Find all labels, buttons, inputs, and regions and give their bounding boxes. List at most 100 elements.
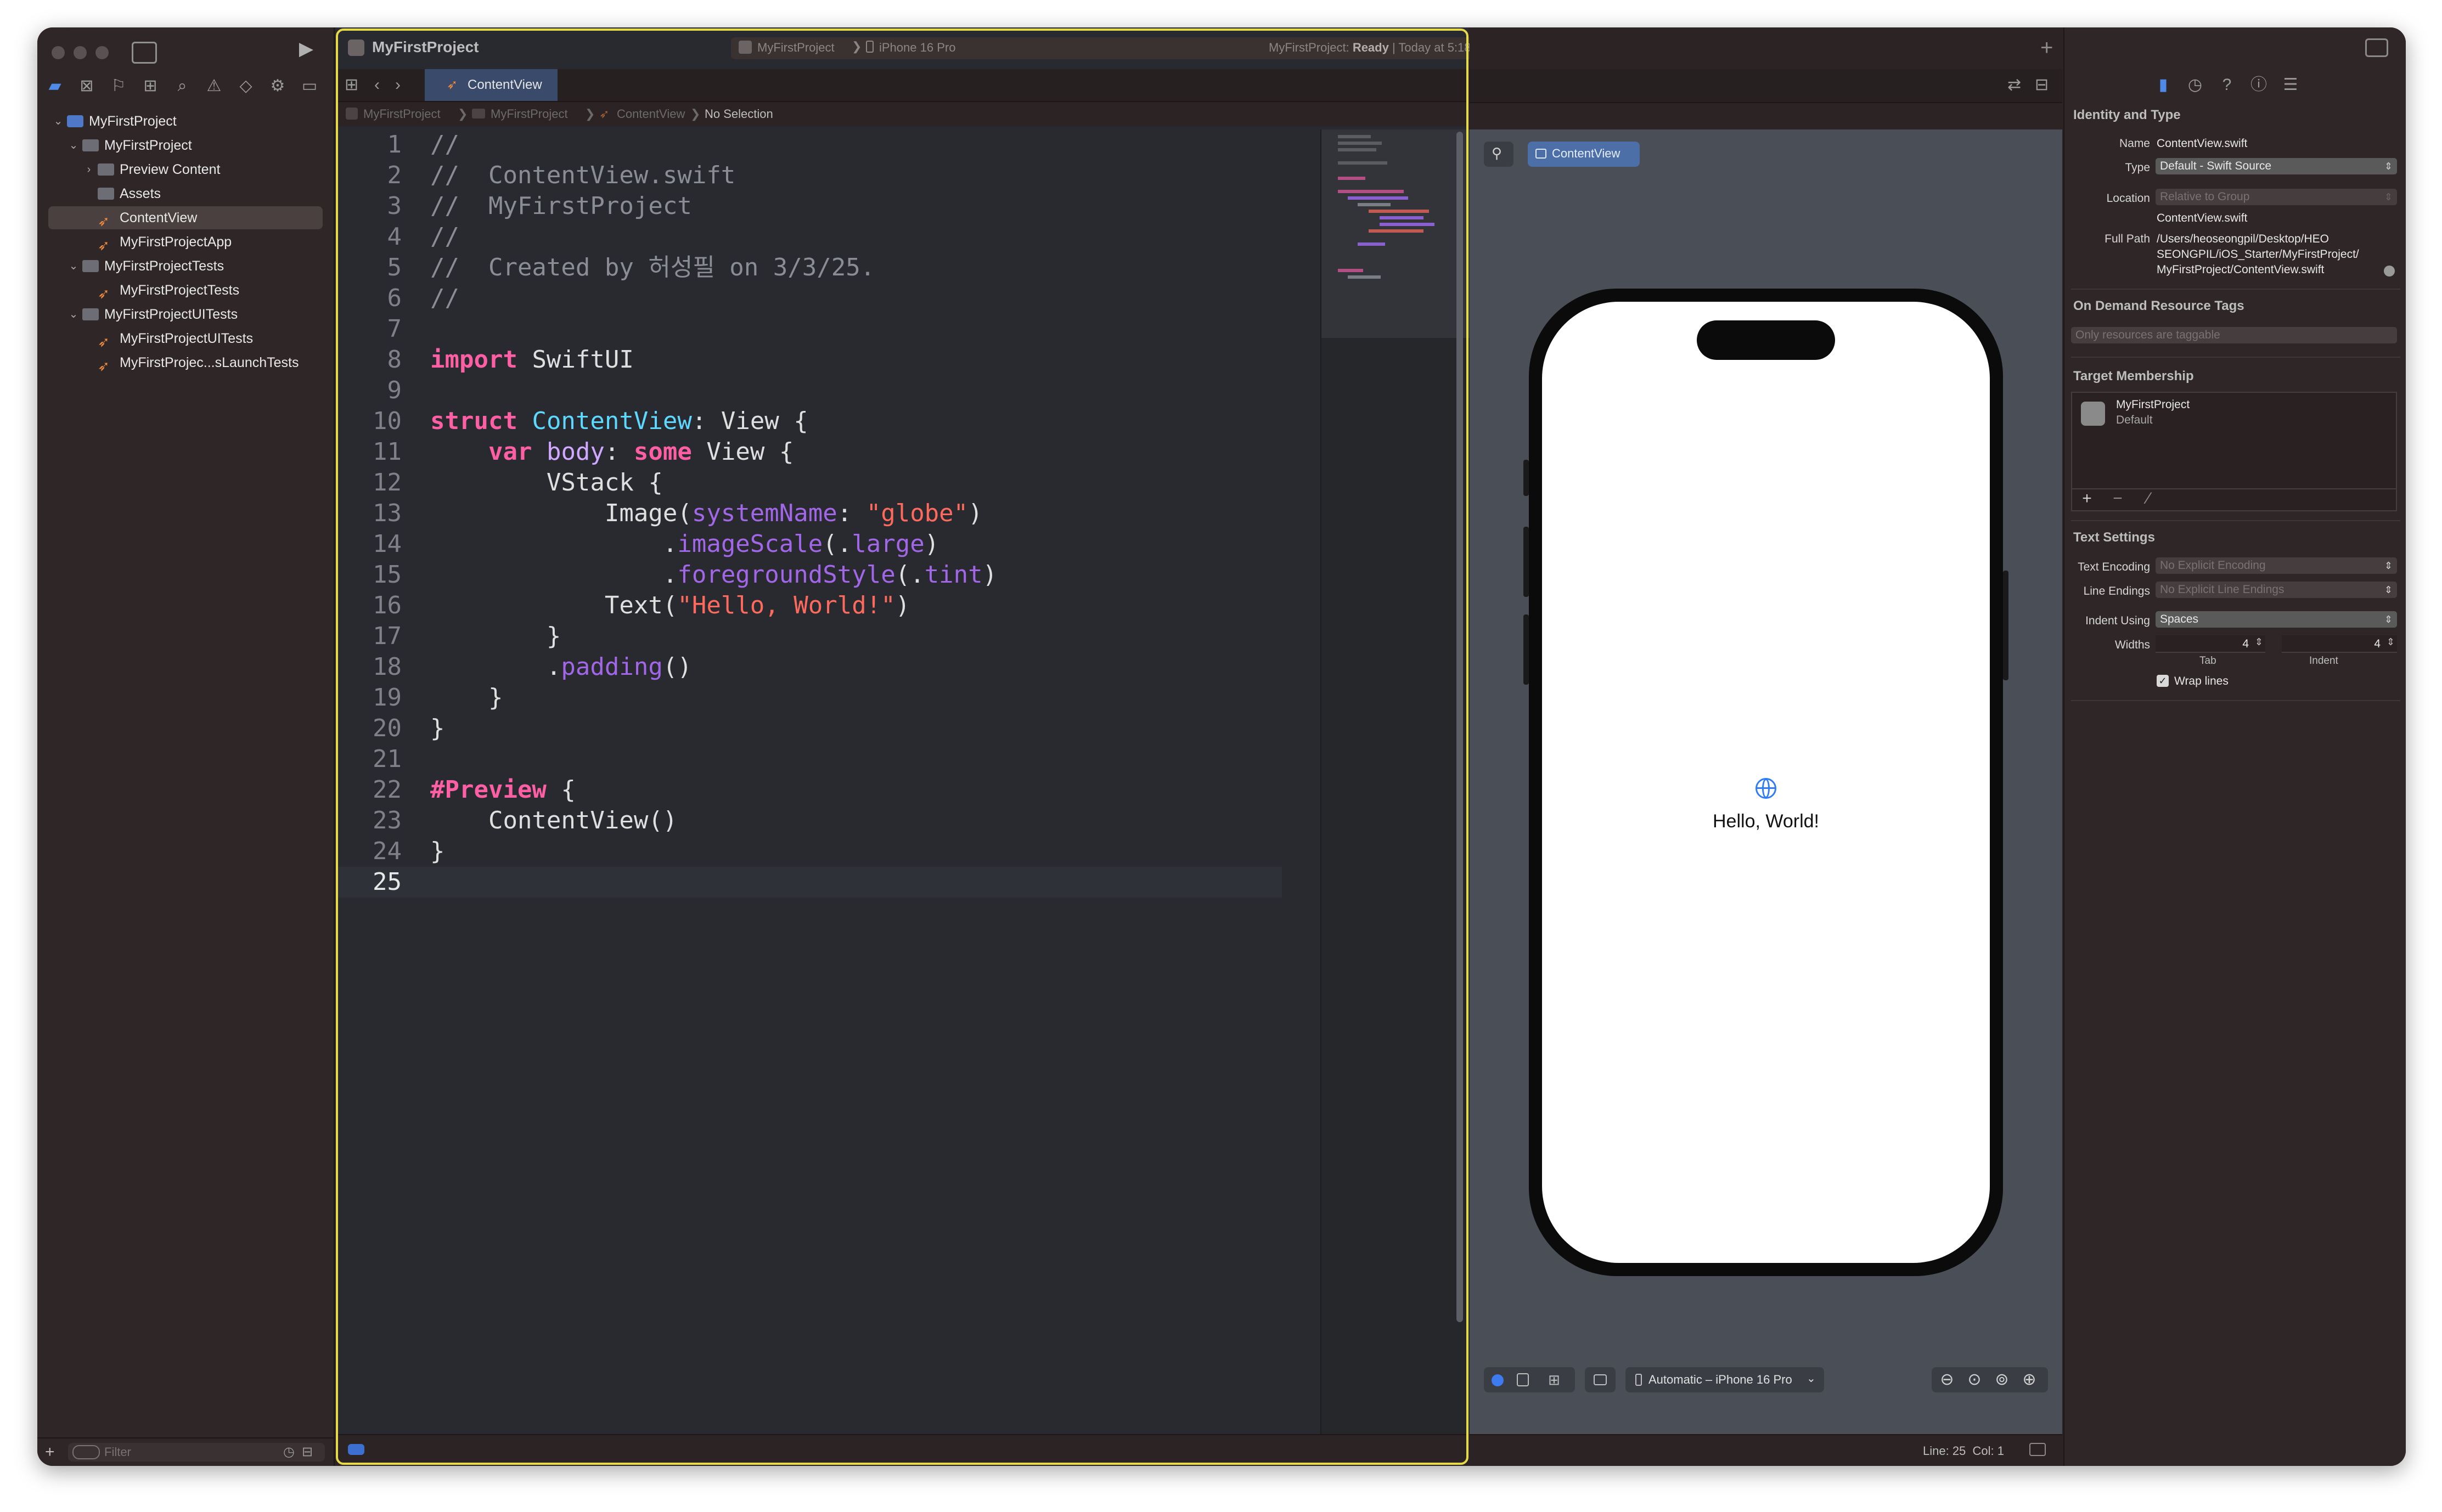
code-line[interactable]: // xyxy=(430,222,459,252)
zoom-in-icon[interactable]: ⊕ xyxy=(2017,1370,2041,1389)
indent-width-field[interactable]: 4 ⇕ xyxy=(2282,635,2397,653)
minimize-window-button[interactable] xyxy=(74,46,87,59)
reveal-in-finder-icon[interactable] xyxy=(2384,266,2395,277)
phone-screen[interactable]: Hello, World! xyxy=(1542,302,1990,1263)
code-line[interactable]: .padding() xyxy=(430,652,692,682)
navigator-item[interactable]: ➶ MyFirstProjec...sLaunchTests xyxy=(48,351,323,374)
file-inspector-icon[interactable]: ▮ xyxy=(2152,76,2174,94)
debug-area-toggle-icon[interactable] xyxy=(348,1444,364,1455)
code-line[interactable]: .foregroundStyle(.tint) xyxy=(430,560,997,590)
name-value[interactable]: ContentView.swift xyxy=(2157,137,2247,150)
symbol-navigator-icon[interactable]: ⊞ xyxy=(139,77,161,95)
issue-navigator-icon[interactable]: ⚠ xyxy=(203,77,225,95)
stepper-icon[interactable]: ⇕ xyxy=(2255,636,2263,648)
navigator-item[interactable]: ➶ MyFirstProjectTests xyxy=(48,279,323,302)
code-line[interactable]: ContentView() xyxy=(430,805,677,836)
scheme-menu[interactable]: MyFirstProject xyxy=(757,41,835,55)
jump-file[interactable]: ContentView xyxy=(617,102,685,126)
filter-options-icon[interactable] xyxy=(72,1445,100,1459)
navigator-item[interactable]: ⌄ MyFirstProjectUITests xyxy=(48,303,323,326)
pin-preview-button[interactable]: ⚲ xyxy=(1484,142,1513,167)
jump-group[interactable]: MyFirstProject xyxy=(491,102,568,126)
navigator-item[interactable]: ⌄ MyFirstProject xyxy=(48,110,323,133)
code-line[interactable]: } xyxy=(430,836,445,867)
code-area[interactable]: 1 // 2 // ContentView.swift 3 // MyFirstProje… xyxy=(336,129,1282,1435)
code-line[interactable]: Text("Hello, World!") xyxy=(430,590,910,621)
navigator-item[interactable]: › Preview Content xyxy=(48,158,323,181)
source-control-filter-icon[interactable]: ⊟ xyxy=(302,1443,313,1462)
code-line[interactable]: var body: some View { xyxy=(430,437,794,467)
destination-menu[interactable]: iPhone 16 Pro xyxy=(879,41,955,55)
tab-width-field[interactable]: 4 ⇕ xyxy=(2156,635,2265,653)
minimap[interactable] xyxy=(1320,129,1470,1435)
accessibility-inspector-icon[interactable]: ⓘ xyxy=(2248,76,2270,94)
debug-area-icon[interactable] xyxy=(2029,1443,2046,1456)
recent-files-icon[interactable]: ◷ xyxy=(283,1443,295,1462)
disclosure-collapsed-icon[interactable]: › xyxy=(83,158,94,181)
location-popup[interactable]: Relative to Group ⇕ xyxy=(2156,189,2397,205)
line-endings-popup[interactable]: No Explicit Line Endings ⇕ xyxy=(2156,582,2397,598)
preview-canvas[interactable]: ⚲ ContentView Hello, World! ⊞ Automatic … xyxy=(1470,129,2062,1435)
navigator-item[interactable]: ⌄ MyFirstProjectTests xyxy=(48,255,323,278)
toggle-inspector-icon[interactable] xyxy=(2365,38,2388,57)
navigator-item[interactable]: ➶ ContentView xyxy=(48,206,323,229)
zoom-window-button[interactable] xyxy=(95,46,109,59)
code-line[interactable]: // MyFirstProject xyxy=(430,191,692,222)
code-line[interactable]: VStack { xyxy=(430,467,663,498)
minimap-visible-region[interactable] xyxy=(1321,129,1470,338)
forward-icon[interactable]: › xyxy=(395,76,401,94)
preview-context-button[interactable]: ContentView xyxy=(1528,142,1640,167)
code-line[interactable]: // xyxy=(430,129,459,160)
selectable-mode-icon[interactable] xyxy=(1517,1373,1529,1386)
project-navigator-icon[interactable]: ▰ xyxy=(44,77,66,95)
code-line[interactable]: } xyxy=(430,682,503,713)
code-line[interactable]: .imageScale(.large) xyxy=(430,529,939,560)
variants-icon[interactable]: ⊞ xyxy=(1543,1370,1565,1389)
disclosure-expanded-icon[interactable]: ⌄ xyxy=(68,134,79,157)
target-name[interactable]: MyFirstProject xyxy=(2116,398,2190,411)
tab-contentview[interactable]: ➶ ContentView xyxy=(425,69,558,101)
adjust-editor-options-icon[interactable]: ⇄ xyxy=(2007,76,2021,94)
navigator-item[interactable]: ➶ MyFirstProjectApp xyxy=(48,230,323,253)
bookmark-navigator-icon[interactable]: ⚐ xyxy=(108,77,130,95)
navigator-item[interactable]: Assets xyxy=(48,182,323,205)
history-inspector-icon[interactable]: ◷ xyxy=(2184,76,2206,94)
jump-selection[interactable]: No Selection xyxy=(705,102,773,126)
code-line[interactable]: // xyxy=(430,283,459,314)
device-menu[interactable]: Automatic – iPhone 16 Pro ⌄ xyxy=(1625,1367,1824,1392)
odr-tags-field[interactable]: Only resources are taggable xyxy=(2071,327,2397,343)
indent-using-popup[interactable]: Spaces ⇕ xyxy=(2156,611,2397,628)
stepper-icon[interactable]: ⇕ xyxy=(2387,636,2395,648)
quick-help-icon[interactable]: ? xyxy=(2216,76,2238,94)
jump-project[interactable]: MyFirstProject xyxy=(363,102,441,126)
code-line[interactable]: } xyxy=(430,621,561,652)
code-line[interactable]: } xyxy=(430,713,445,744)
debug-navigator-icon[interactable]: ⚙ xyxy=(267,77,289,95)
toggle-navigator-icon[interactable] xyxy=(132,42,157,64)
zoom-fit-icon[interactable]: ⊚ xyxy=(1990,1370,2014,1389)
navigator-item[interactable]: ⌄ MyFirstProject xyxy=(48,134,323,157)
code-line[interactable]: // ContentView.swift xyxy=(430,160,735,191)
code-line[interactable]: import SwiftUI xyxy=(430,345,634,375)
disclosure-expanded-icon[interactable]: ⌄ xyxy=(68,303,79,326)
run-icon[interactable]: ▶ xyxy=(295,40,317,58)
wrap-lines-checkbox[interactable]: ✓ xyxy=(2157,675,2169,687)
test-navigator-icon[interactable]: ◇ xyxy=(235,77,257,95)
filter-field[interactable]: Filter ◷ ⊟ xyxy=(68,1443,325,1462)
attributes-inspector-icon[interactable]: ☰ xyxy=(2280,76,2302,94)
navigator-item[interactable]: ➶ MyFirstProjectUITests xyxy=(48,327,323,350)
code-line[interactable]: #Preview { xyxy=(430,775,576,805)
zoom-actual-icon[interactable]: ⊙ xyxy=(1962,1370,1987,1389)
type-popup[interactable]: Default - Swift Source ⇕ xyxy=(2156,158,2397,174)
related-items-icon[interactable]: ⊞ xyxy=(345,76,358,94)
back-icon[interactable]: ‹ xyxy=(374,76,380,94)
add-icon[interactable]: + xyxy=(45,1443,55,1462)
code-line[interactable]: struct ContentView: View { xyxy=(430,406,808,437)
add-editor-icon[interactable]: ⊟ xyxy=(2035,76,2049,94)
code-line[interactable]: // Created by 허성필 on 3/3/25. xyxy=(430,252,875,283)
zoom-out-icon[interactable]: ⊖ xyxy=(1935,1370,1959,1389)
code-line[interactable]: Image(systemName: "globe") xyxy=(430,498,983,529)
remove-target-icon[interactable]: − xyxy=(2109,489,2126,508)
encoding-popup[interactable]: No Explicit Encoding ⇕ xyxy=(2156,557,2397,574)
disclosure-expanded-icon[interactable]: ⌄ xyxy=(68,255,79,278)
